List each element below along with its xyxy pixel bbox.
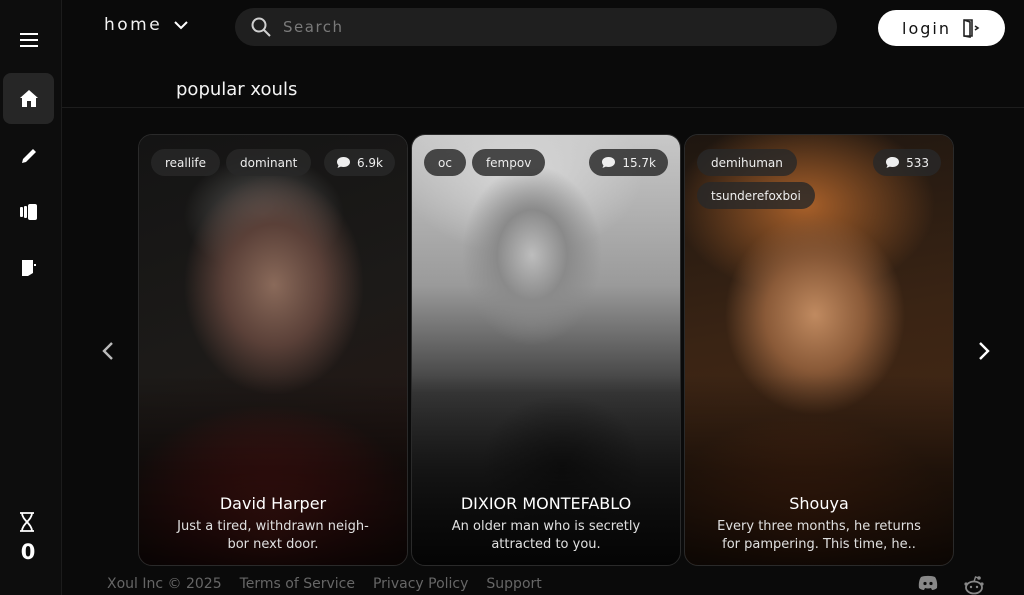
login-button[interactable]: login [878,10,1005,46]
cards-icon [19,203,37,220]
divider [62,107,1024,108]
tag[interactable]: fempov [471,149,546,176]
search-bar [235,8,837,46]
tag[interactable]: tsunderefoxboi [697,182,815,209]
sidebar-item-library[interactable] [3,186,54,237]
character-name: Shouya [789,494,849,513]
login-button-label: login [902,18,951,38]
footer-terms-link[interactable]: Terms of Service [240,576,355,592]
tag-list: demihuman tsunderefoxboi [697,149,873,209]
sidebar-item-rooms[interactable] [3,242,54,293]
chat-bubble-icon [336,157,350,168]
character-description: Every three months, he returns for pampe… [717,519,921,552]
chat-bubble-icon [886,157,900,168]
discord-icon[interactable] [918,575,938,591]
tag[interactable]: reallife [151,149,221,176]
sidebar: 0 [0,0,62,595]
footer: Xoul Inc © 2025 Terms of Service Privacy… [107,576,542,592]
chat-count: 15.7k [589,149,668,176]
chevron-down-icon [174,20,188,29]
section-title: popular xouls [176,79,298,100]
chevron-left-icon [102,342,113,360]
menu-icon [19,32,38,47]
pencil-icon [21,148,36,163]
chat-count-value: 6.9k [356,155,383,170]
character-name: David Harper [219,494,327,513]
chat-count-value: 15.7k [622,155,656,170]
tag[interactable]: dominant [226,149,312,176]
chat-bubble-icon [602,157,616,168]
sidebar-item-home[interactable] [3,73,54,124]
door-icon [21,259,36,276]
character-description: An older man who is secretly attracted t… [451,519,641,552]
tag[interactable]: demihuman [697,149,797,176]
chat-count-value: 533 [906,155,929,170]
search-icon [251,17,271,37]
character-card[interactable]: oc fempov 15.7k DIXIOR MONTEFABLO An old… [411,134,681,566]
footer-support-link[interactable]: Support [486,576,541,592]
carousel-next-button[interactable] [970,336,998,366]
character-card[interactable]: demihuman tsunderefoxboi 533 Shouya Ever… [684,134,954,566]
chat-count: 6.9k [323,149,395,176]
home-icon [19,90,38,107]
carousel-prev-button[interactable] [94,336,122,366]
character-card[interactable]: reallife dominant 6.9k David Harper Just… [138,134,408,566]
footer-copyright: Xoul Inc © 2025 [107,576,222,592]
reddit-icon[interactable] [963,575,985,595]
menu-button[interactable] [3,14,54,65]
search-input[interactable] [283,18,803,36]
login-door-icon [963,19,980,38]
home-dropdown[interactable]: home [104,15,188,35]
footer-privacy-link[interactable]: Privacy Policy [373,576,468,592]
hourglass-icon [20,512,34,532]
sidebar-item-create[interactable] [3,130,54,181]
character-name: DIXIOR MONTEFABLO [460,494,632,513]
home-dropdown-label: home [104,15,163,35]
character-description: Just a tired, withdrawn neigh-bor next d… [177,519,369,552]
tag[interactable]: oc [424,149,466,176]
chat-count: 533 [873,149,941,176]
credits-count: 0 [20,540,36,564]
chevron-right-icon [979,342,990,360]
